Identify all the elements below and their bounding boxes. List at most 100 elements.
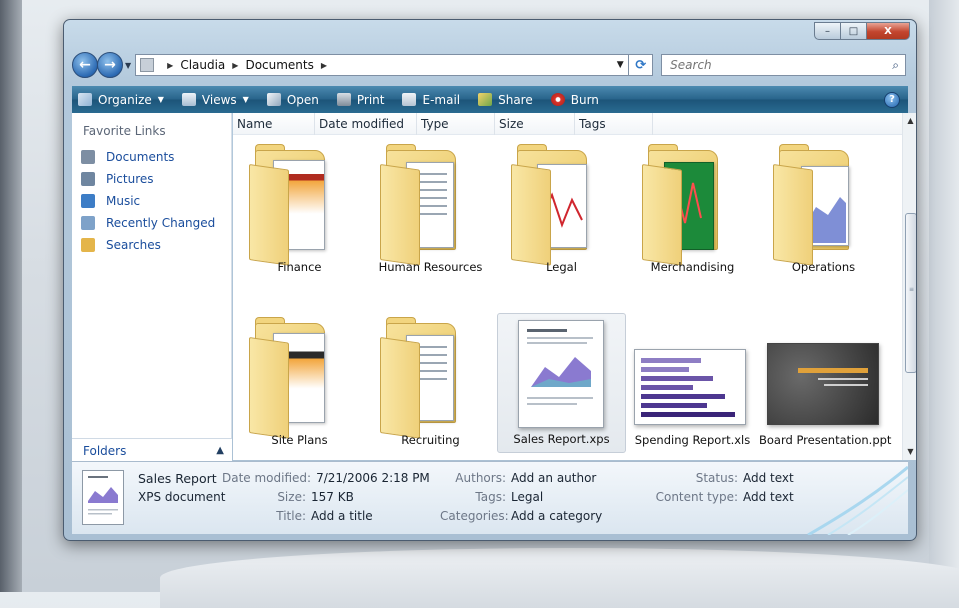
item-label: Site Plans	[271, 433, 328, 447]
presentation-icon	[767, 343, 879, 425]
printer-icon	[336, 93, 351, 106]
scrollbar-thumb[interactable]: ≡	[905, 213, 916, 373]
share-icon	[478, 93, 493, 106]
nav-link-music[interactable]: Music	[72, 190, 231, 212]
recent-pages-dropdown[interactable]: ▼	[125, 61, 131, 70]
email-button[interactable]: E-mail	[402, 93, 460, 107]
details-categories[interactable]: Categories: Add a category	[440, 509, 602, 523]
item-label: Spending Report.xls	[634, 433, 751, 447]
chevron-up-icon: ▲	[216, 445, 224, 456]
column-header-tags[interactable]: Tags	[575, 113, 653, 135]
recently-changed-icon	[81, 216, 95, 230]
decorative-swoosh	[788, 462, 908, 535]
details-size: Size: 157 KB	[277, 490, 354, 504]
desktop-right-edge	[929, 0, 959, 592]
column-header-size[interactable]: Size	[495, 113, 575, 135]
close-button[interactable]: X	[866, 22, 910, 40]
documents-icon	[81, 150, 95, 164]
folders-toggle[interactable]: Folders ▲	[72, 438, 232, 462]
file-item[interactable]: Board Presentation.ppt	[759, 313, 892, 453]
vertical-scrollbar[interactable]: ▲ ≡ ▼	[902, 113, 916, 460]
chevron-down-icon[interactable]: ▼	[612, 60, 628, 70]
details-date-modified: Date modified: 7/21/2006 2:18 PM	[222, 471, 430, 485]
pictures-icon	[81, 172, 95, 186]
organize-menu[interactable]: Organize ▼	[78, 93, 164, 107]
breadcrumb-documents[interactable]: Documents	[245, 58, 313, 72]
item-label: Merchandising	[650, 260, 735, 274]
forward-button[interactable]: →	[97, 52, 123, 78]
open-icon	[266, 93, 281, 106]
item-label: Legal	[546, 260, 577, 274]
item-label: Operations	[791, 260, 856, 274]
folder-item[interactable]: Legal	[497, 140, 626, 280]
details-authors[interactable]: Authors: Add an author	[440, 471, 596, 485]
file-item[interactable]: Spending Report.xls	[628, 313, 757, 453]
xps-document-icon	[518, 320, 604, 428]
file-list-view: Name Date modified Type Size Tags Financ…	[233, 113, 902, 460]
details-file-name: Sales Report	[138, 471, 217, 486]
help-icon[interactable]: ?	[884, 91, 900, 108]
item-label: Board Presentation.ppt	[759, 433, 892, 447]
nav-link-searches[interactable]: Searches	[72, 234, 231, 256]
explorer-window: – □ X ← → ▼ ▶ Claudia ▶ Documents ▶ ▼ ⟳ …	[63, 19, 917, 541]
folder-item[interactable]: Site Plans	[235, 313, 364, 453]
breadcrumb-claudia[interactable]: Claudia	[180, 58, 225, 72]
file-item-selected[interactable]: Sales Report.xps	[497, 313, 626, 453]
location-folder-icon	[140, 58, 155, 72]
address-row: ← → ▼ ▶ Claudia ▶ Documents ▶ ▼ ⟳ ⌕	[72, 50, 906, 80]
details-tags[interactable]: Tags: Legal	[440, 490, 543, 504]
refresh-button[interactable]: ⟳	[629, 54, 654, 76]
minimize-button[interactable]: –	[814, 22, 841, 40]
burn-button[interactable]: Burn	[550, 93, 599, 107]
column-header-date-modified[interactable]: Date modified	[315, 113, 417, 135]
window-controls: – □ X	[814, 22, 910, 40]
search-icon[interactable]: ⌕	[892, 58, 899, 73]
music-icon	[81, 194, 95, 208]
details-pane: Sales Report XPS document Date modified:…	[72, 461, 908, 535]
chevron-right-icon[interactable]: ▶	[167, 61, 173, 70]
email-icon	[402, 93, 417, 106]
chevron-down-icon: ▼	[242, 95, 249, 104]
details-title[interactable]: Title: Add a title	[222, 509, 372, 523]
scroll-up-arrow-icon[interactable]: ▲	[903, 113, 916, 129]
views-icon	[181, 93, 196, 106]
nav-link-documents[interactable]: Documents	[72, 146, 231, 168]
chevron-right-icon[interactable]: ▶	[232, 61, 238, 70]
address-bar[interactable]: ▶ Claudia ▶ Documents ▶ ▼	[135, 54, 630, 76]
favorite-links-heading: Favorite Links	[83, 124, 166, 138]
command-bar: Organize ▼ Views ▼ Open Print E-mail Share…	[72, 86, 908, 113]
desktop-left-edge	[0, 0, 22, 592]
folder-item[interactable]: Operations	[759, 140, 888, 280]
desktop-wallpaper-curve	[160, 548, 959, 608]
chevron-down-icon: ▼	[157, 95, 164, 104]
back-button[interactable]: ←	[72, 52, 98, 78]
scroll-down-arrow-icon[interactable]: ▼	[903, 444, 916, 460]
column-headers: Name Date modified Type Size Tags	[233, 113, 902, 135]
views-menu[interactable]: Views ▼	[181, 93, 249, 107]
item-label: Human Resources	[378, 260, 483, 274]
folder-item[interactable]: Merchandising	[628, 140, 757, 280]
open-button[interactable]: Open	[266, 93, 319, 107]
folder-item[interactable]: Recruiting	[366, 313, 495, 453]
chevron-right-icon[interactable]: ▶	[321, 61, 327, 70]
search-box[interactable]: ⌕	[661, 54, 906, 76]
searches-icon	[81, 238, 95, 252]
details-status[interactable]: Status: Add text	[644, 471, 794, 485]
nav-link-recently-changed[interactable]: Recently Changed	[72, 212, 231, 234]
item-label: Finance	[277, 260, 322, 274]
navigation-pane: Favorite Links Documents Pictures Music …	[72, 113, 232, 462]
spreadsheet-icon	[634, 349, 746, 425]
folder-item[interactable]: Finance	[235, 140, 364, 280]
folder-item[interactable]: Human Resources	[366, 140, 495, 280]
search-input[interactable]	[668, 57, 893, 73]
maximize-button[interactable]: □	[840, 22, 867, 40]
burn-disc-icon	[550, 93, 565, 106]
details-content-type[interactable]: Content type: Add text	[644, 490, 794, 504]
column-header-type[interactable]: Type	[417, 113, 495, 135]
selected-file-thumbnail	[82, 470, 124, 525]
print-button[interactable]: Print	[336, 93, 384, 107]
column-header-name[interactable]: Name	[233, 113, 315, 135]
item-label: Recruiting	[401, 433, 460, 447]
nav-link-pictures[interactable]: Pictures	[72, 168, 231, 190]
share-button[interactable]: Share	[478, 93, 533, 107]
